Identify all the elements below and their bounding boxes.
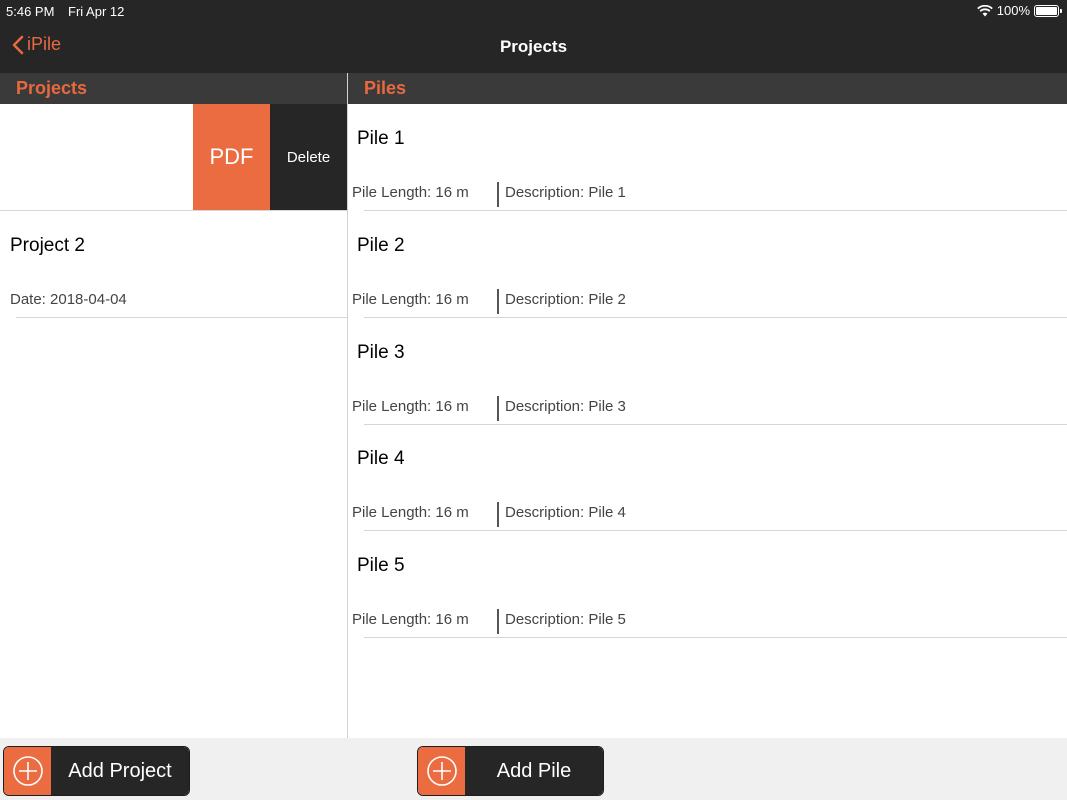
add-project-button[interactable]: Add Project <box>3 746 190 796</box>
piles-header: Piles <box>348 73 1067 104</box>
status-right: 100% <box>976 3 1062 18</box>
pile-length: Pile Length: 16 m <box>352 504 469 521</box>
field-separator <box>497 182 499 207</box>
pile-name: Pile 1 <box>357 128 405 149</box>
battery-percent: 100% <box>996 3 1030 18</box>
plus-circle-icon <box>4 747 51 795</box>
add-pile-label: Add Pile <box>465 747 603 795</box>
status-time: 5:46 PM <box>6 4 55 19</box>
status-bar: 5:46 PM Fri Apr 12 100% <box>0 0 1067 24</box>
project-name: Project 2 <box>10 235 85 256</box>
pile-description: Description: Pile 5 <box>505 611 626 628</box>
pile-description: Description: Pile 4 <box>505 504 626 521</box>
add-pile-button[interactable]: Add Pile <box>417 746 604 796</box>
status-date: Fri Apr 12 <box>68 4 125 19</box>
pile-description: Description: Pile 1 <box>505 184 626 201</box>
pile-length: Pile Length: 16 m <box>352 611 469 628</box>
pile-row[interactable]: Pile 3 Pile Length: 16 m Description: Pi… <box>348 318 1067 425</box>
pile-description: Description: Pile 2 <box>505 291 626 308</box>
pile-name: Pile 2 <box>357 235 405 256</box>
field-separator <box>497 396 499 421</box>
delete-button[interactable]: Delete <box>270 104 347 210</box>
page-title: Projects <box>499 37 568 56</box>
pdf-button[interactable]: PDF <box>193 104 270 210</box>
pile-row[interactable]: Pile 4 Pile Length: 16 m Description: Pi… <box>348 424 1067 531</box>
navigation-bar: iPile Projects <box>0 24 1067 73</box>
field-separator <box>497 289 499 314</box>
pile-length: Pile Length: 16 m <box>352 291 469 308</box>
field-separator <box>497 502 499 527</box>
pile-row[interactable]: Pile 5 Pile Length: 16 m Description: Pi… <box>348 531 1067 638</box>
pile-name: Pile 4 <box>357 448 405 469</box>
row-separator <box>16 317 347 318</box>
pile-description: Description: Pile 3 <box>505 398 626 415</box>
project-row[interactable]: Project 2 Date: 2018-04-04 <box>0 211 347 318</box>
projects-header: Projects <box>0 73 347 104</box>
pile-length: Pile Length: 16 m <box>352 184 469 201</box>
pile-row[interactable]: Pile 2 Pile Length: 16 m Description: Pi… <box>348 211 1067 318</box>
project-date: Date: 2018-04-04 <box>10 291 127 308</box>
pile-length: Pile Length: 16 m <box>352 398 469 415</box>
plus-circle-icon <box>418 747 465 795</box>
field-separator <box>497 609 499 634</box>
pile-name: Pile 3 <box>357 342 405 363</box>
battery-icon <box>1034 4 1062 17</box>
bottom-toolbar: Add Project Add Pile <box>0 738 1067 800</box>
projects-list: PDF Delete Project 2 Date: 2018-04-04 <box>0 104 347 738</box>
pile-row[interactable]: Pile 1 Pile Length: 16 m Description: Pi… <box>348 104 1067 211</box>
piles-list: Pile 1 Pile Length: 16 m Description: Pi… <box>348 104 1067 738</box>
add-project-label: Add Project <box>51 747 189 795</box>
swiped-project-row: PDF Delete <box>0 104 347 211</box>
wifi-icon <box>976 4 993 16</box>
row-separator <box>364 637 1067 638</box>
pile-name: Pile 5 <box>357 555 405 576</box>
